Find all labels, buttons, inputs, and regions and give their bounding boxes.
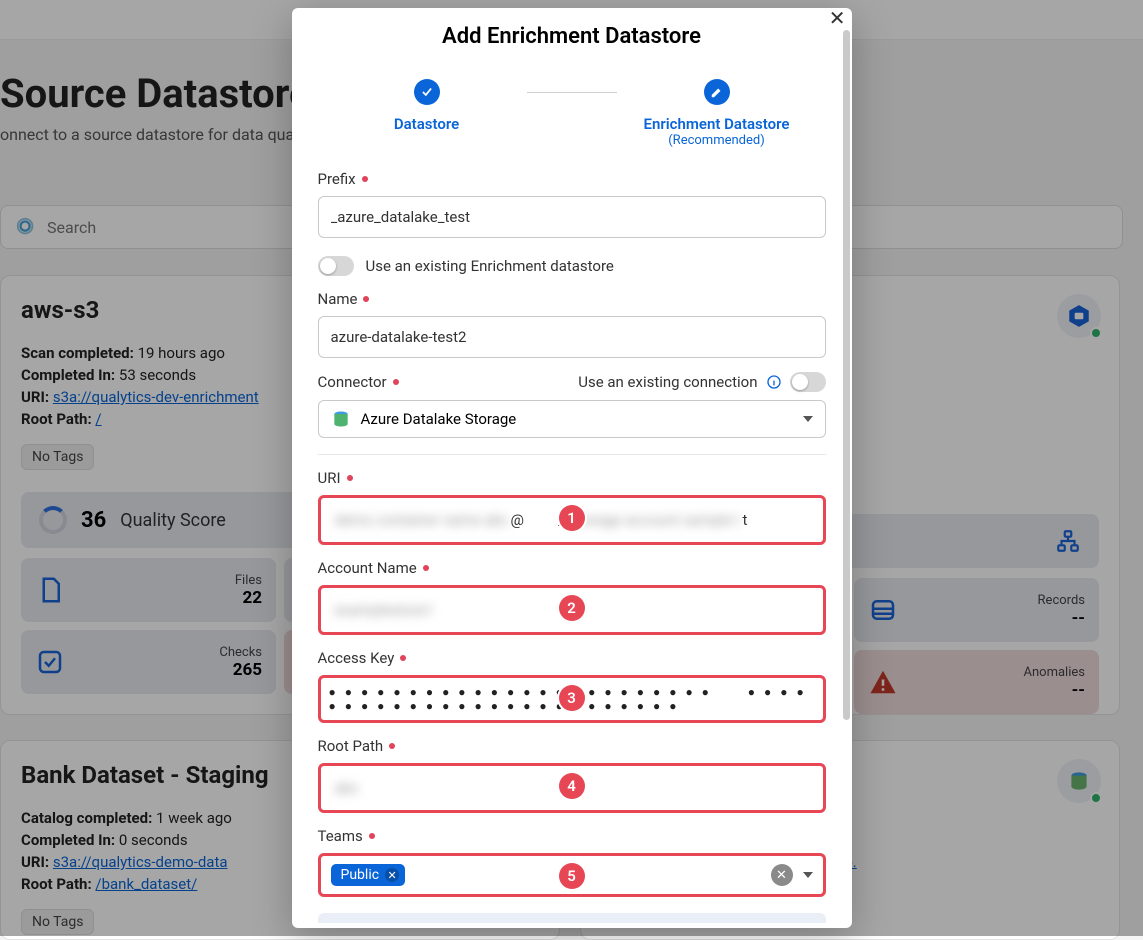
prefix-input[interactable]	[318, 196, 826, 238]
required-dot-icon	[389, 743, 395, 749]
check-icon	[420, 85, 434, 99]
account-name-label: Account Name	[318, 559, 826, 577]
step-sublabel: (Recommended)	[668, 133, 765, 148]
team-pill-public[interactable]: Public ✕	[331, 864, 406, 886]
team-pill-label: Public	[341, 867, 380, 883]
callout-badge-2: 2	[559, 595, 585, 621]
step-label: Datastore	[394, 115, 459, 133]
step-connector	[527, 92, 617, 93]
add-enrichment-datastore-modal: ✕ Add Enrichment Datastore Datastore Enr…	[292, 8, 852, 928]
required-dot-icon	[369, 833, 375, 839]
connector-label: Connector	[318, 373, 399, 391]
use-existing-enrichment-toggle[interactable]	[318, 256, 354, 276]
required-dot-icon	[347, 475, 353, 481]
name-label: Name	[318, 290, 826, 308]
callout-badge-5: 5	[559, 863, 585, 889]
pencil-icon	[710, 85, 724, 99]
required-dot-icon	[362, 176, 368, 182]
uri-label: URI	[318, 469, 826, 487]
prefix-label: Prefix	[318, 170, 826, 188]
step-enrichment-datastore[interactable]: Enrichment Datastore (Recommended)	[617, 79, 817, 148]
callout-badge-1: 1	[559, 505, 585, 531]
clear-all-icon[interactable]: ✕	[771, 864, 793, 886]
callout-badge-3: 3	[559, 685, 585, 711]
modal-title: Add Enrichment Datastore	[318, 8, 826, 49]
remove-pill-icon[interactable]: ✕	[385, 868, 399, 882]
step-datastore[interactable]: Datastore	[327, 79, 527, 133]
use-existing-connection-toggle[interactable]	[790, 372, 826, 392]
required-dot-icon	[423, 565, 429, 571]
bottom-panel-peek	[318, 913, 826, 923]
chevron-down-icon	[803, 416, 813, 422]
stepper: Datastore Enrichment Datastore (Recommen…	[318, 79, 826, 148]
info-icon[interactable]	[766, 374, 782, 390]
close-icon[interactable]: ✕	[829, 6, 846, 30]
callout-badge-4: 4	[559, 773, 585, 799]
modal-scrollbar[interactable]	[843, 30, 850, 720]
connector-select[interactable]: Azure Datalake Storage	[318, 400, 826, 438]
chevron-down-icon[interactable]	[803, 872, 813, 878]
azure-datalake-icon	[331, 409, 351, 429]
divider	[318, 454, 826, 455]
required-dot-icon	[400, 655, 406, 661]
access-key-label: Access Key	[318, 649, 826, 667]
required-dot-icon	[393, 379, 399, 385]
required-dot-icon	[363, 296, 369, 302]
name-input[interactable]	[318, 316, 826, 358]
teams-label: Teams	[318, 827, 826, 845]
root-path-label: Root Path	[318, 737, 826, 755]
step-label: Enrichment Datastore	[644, 115, 790, 133]
connector-value: Azure Datalake Storage	[361, 410, 517, 428]
use-existing-connection-label: Use an existing connection	[578, 373, 757, 391]
use-existing-enrichment-label: Use an existing Enrichment datastore	[366, 257, 614, 275]
